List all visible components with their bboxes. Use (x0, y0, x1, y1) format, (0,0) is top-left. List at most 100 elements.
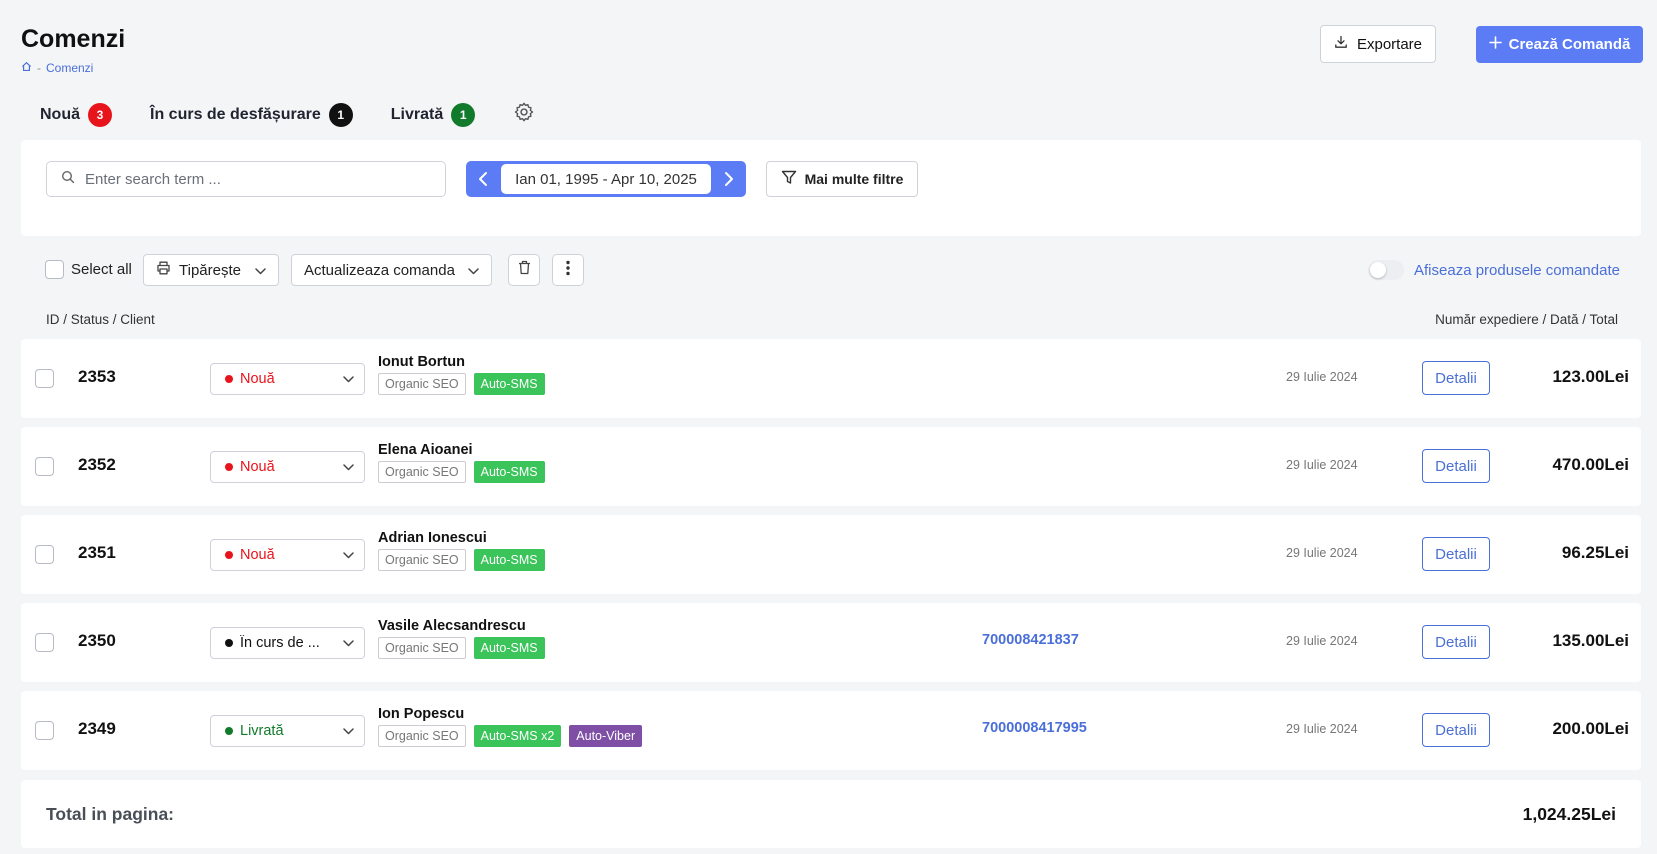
chevron-down-icon (255, 262, 266, 279)
trash-icon (518, 260, 531, 280)
order-id: 2352 (78, 455, 116, 474)
tracking-number[interactable]: 7000008417995 (982, 720, 1087, 736)
status-dropdown[interactable]: În curs de ... (210, 627, 365, 659)
toggle-label: Afiseaza produsele comandate (1414, 261, 1620, 279)
search-input[interactable] (85, 170, 405, 188)
row-checkbox[interactable] (35, 633, 54, 652)
more-vertical-icon (566, 260, 570, 281)
details-button[interactable]: Detalii (1422, 713, 1490, 747)
update-order-label: Actualizeaza comanda (304, 261, 455, 279)
more-actions-button[interactable] (552, 254, 584, 286)
breadcrumb-separator: - (37, 61, 41, 75)
client-info: Elena Aioanei Organic SEO Auto-SMS (378, 442, 545, 483)
status-label: Livrată (240, 723, 284, 739)
table-row: 2352 Nouă Elena Aioanei Organic SEO Auto… (21, 427, 1641, 506)
order-id: 2350 (78, 631, 116, 650)
download-icon (1334, 35, 1348, 53)
status-dropdown[interactable]: Nouă (210, 363, 365, 395)
source-tag: Organic SEO (378, 637, 466, 659)
status-dropdown[interactable]: Nouă (210, 451, 365, 483)
order-id: 2351 (78, 543, 116, 562)
status-dot (225, 375, 233, 383)
chevron-right-icon[interactable] (718, 164, 740, 194)
home-icon[interactable] (21, 61, 32, 75)
source-tag: Organic SEO (378, 373, 466, 395)
column-header-right: Număr expediere / Dată / Total (1435, 312, 1618, 327)
chevron-down-icon (343, 459, 354, 475)
client-info: Adrian Ionescui Organic SEO Auto-SMS (378, 530, 545, 571)
tab-label: Livrată (390, 105, 444, 123)
row-checkbox[interactable] (35, 457, 54, 476)
status-dot (225, 463, 233, 471)
delete-button[interactable] (508, 254, 540, 286)
order-total: 135.00Lei (1552, 631, 1629, 650)
create-order-button[interactable]: Crează Comandă (1476, 26, 1643, 63)
sms-tag: Auto-SMS (473, 461, 545, 483)
column-header-left: ID / Status / Client (46, 312, 155, 327)
sms-tag: Auto-SMS (473, 549, 545, 571)
count-badge: 1 (328, 102, 353, 127)
chevron-left-icon[interactable] (472, 164, 494, 194)
order-date: 29 Iulie 2024 (1286, 546, 1358, 560)
client-info: Ion Popescu Organic SEO Auto-SMS x2 Auto… (378, 706, 643, 747)
print-dropdown[interactable]: Tipărește (143, 254, 279, 286)
chevron-down-icon (343, 371, 354, 387)
plus-icon (1488, 36, 1502, 53)
export-button[interactable]: Exportare (1320, 25, 1436, 63)
show-products-toggle[interactable]: Afiseaza produsele comandate (1368, 260, 1620, 280)
more-filters-label: Mai multe filtre (804, 171, 904, 187)
client-name: Vasile Alecsandrescu (378, 618, 526, 634)
search-box[interactable] (46, 161, 446, 197)
order-date: 29 Iulie 2024 (1286, 634, 1358, 648)
tab-noua[interactable]: Nouă 3 (40, 102, 112, 127)
row-checkbox[interactable] (35, 369, 54, 388)
row-checkbox[interactable] (35, 721, 54, 740)
status-tabs: Nouă 3 În curs de desfășurare 1 Livrată … (40, 101, 535, 128)
status-label: În curs de ... (240, 635, 320, 651)
breadcrumb: - Comenzi (21, 61, 93, 75)
more-filters-button[interactable]: Mai multe filtre (766, 161, 918, 197)
status-dropdown[interactable]: Nouă (210, 539, 365, 571)
table-row: 2353 Nouă Ionut Bortun Organic SEO Auto-… (21, 339, 1641, 418)
status-dot (225, 727, 233, 735)
print-label: Tipărește (179, 261, 241, 279)
tab-livrata[interactable]: Livrată 1 (390, 102, 476, 127)
count-badge: 3 (88, 102, 112, 127)
order-id: 2353 (78, 367, 116, 386)
tab-in-curs[interactable]: În curs de desfășurare 1 (150, 102, 353, 127)
chevron-down-icon (343, 723, 354, 739)
select-all-checkbox[interactable] (45, 260, 64, 279)
tracking-number[interactable]: 700008421837 (982, 632, 1079, 648)
status-label: Nouă (240, 371, 275, 387)
update-order-dropdown[interactable]: Actualizeaza comanda (291, 254, 492, 286)
details-button[interactable]: Detalii (1422, 361, 1490, 395)
source-tag: Organic SEO (378, 461, 466, 483)
select-all-label: Select all (71, 261, 132, 278)
status-dot (225, 639, 233, 647)
chevron-down-icon (343, 635, 354, 651)
client-info: Ionut Bortun Organic SEO Auto-SMS (378, 354, 545, 395)
select-all[interactable]: Select all (45, 260, 132, 279)
details-button[interactable]: Detalii (1422, 625, 1490, 659)
client-name: Adrian Ionescui (378, 530, 487, 546)
source-tag: Organic SEO (378, 725, 466, 747)
gear-icon[interactable] (513, 101, 535, 128)
details-button[interactable]: Detalii (1422, 537, 1490, 571)
tab-label: Nouă (40, 105, 80, 123)
status-dropdown[interactable]: Livrată (210, 715, 365, 747)
client-name: Ionut Bortun (378, 354, 465, 370)
breadcrumb-current[interactable]: Comenzi (46, 61, 93, 75)
order-date: 29 Iulie 2024 (1286, 458, 1358, 472)
chevron-down-icon (468, 262, 479, 279)
row-checkbox[interactable] (35, 545, 54, 564)
tab-label: În curs de desfășurare (150, 105, 321, 123)
order-date: 29 Iulie 2024 (1286, 370, 1358, 384)
toggle-switch[interactable] (1368, 260, 1404, 280)
sms-tag: Auto-SMS x2 (473, 725, 562, 747)
source-tag: Organic SEO (378, 549, 466, 571)
order-date: 29 Iulie 2024 (1286, 722, 1358, 736)
tag-list: Organic SEO Auto-SMS (378, 373, 545, 395)
details-button[interactable]: Detalii (1422, 449, 1490, 483)
table-row: 2349 Livrată Ion Popescu Organic SEO Aut… (21, 691, 1641, 770)
date-range-value[interactable]: Ian 01, 1995 - Apr 10, 2025 (501, 164, 711, 194)
